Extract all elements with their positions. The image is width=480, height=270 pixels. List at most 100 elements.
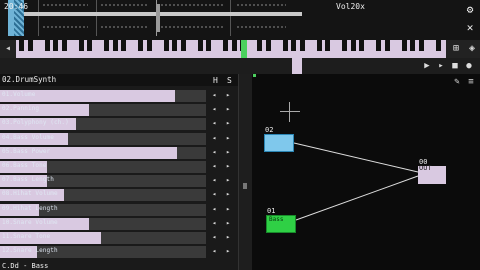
play-pattern-icon[interactable]: ▸ bbox=[436, 60, 446, 72]
piano-black-key[interactable] bbox=[410, 40, 415, 51]
stop-icon[interactable]: ■ bbox=[450, 60, 460, 72]
bass-module-node[interactable]: Bass bbox=[266, 215, 296, 233]
piano-black-key[interactable] bbox=[376, 40, 381, 51]
param-increase-icon[interactable]: ▸ bbox=[226, 247, 230, 255]
piano-black-key[interactable] bbox=[231, 40, 237, 51]
piano-black-key[interactable] bbox=[78, 40, 84, 51]
piano-black-key[interactable] bbox=[146, 40, 152, 51]
param-decrease-icon[interactable]: ◂ bbox=[212, 247, 216, 255]
param-decrease-icon[interactable]: ◂ bbox=[212, 219, 216, 227]
column-header-h: H bbox=[213, 76, 218, 85]
play-icon[interactable]: ▶ bbox=[422, 60, 432, 72]
settings-icon[interactable]: ⚙ bbox=[464, 4, 476, 16]
piano-black-key[interactable] bbox=[180, 40, 186, 51]
param-row[interactable]: 09.Hihat Length ◂ ▸ bbox=[0, 203, 236, 217]
param-decrease-icon[interactable]: ◂ bbox=[212, 162, 216, 170]
piano-black-key[interactable] bbox=[19, 40, 24, 51]
param-increase-icon[interactable]: ▸ bbox=[226, 205, 230, 213]
param-decrease-icon[interactable]: ◂ bbox=[212, 148, 216, 156]
piano-keyboard[interactable] bbox=[16, 40, 446, 58]
param-increase-icon[interactable]: ▸ bbox=[226, 105, 230, 113]
piano-black-key[interactable] bbox=[53, 40, 58, 51]
param-row[interactable]: 04.Bass Volume ◂ ▸ bbox=[0, 132, 236, 146]
shield-icon[interactable]: ◈ bbox=[466, 43, 478, 55]
piano-black-key[interactable] bbox=[112, 40, 118, 51]
pattern-editor[interactable]: ⚙ ✕ bbox=[0, 0, 480, 40]
piano-black-key[interactable] bbox=[223, 40, 228, 51]
piano-black-key[interactable] bbox=[206, 40, 211, 51]
param-label: 04.Bass Volume bbox=[2, 133, 54, 141]
param-row[interactable]: 06.Bass Tone ◂ ▸ bbox=[0, 160, 236, 174]
piano-black-key[interactable] bbox=[282, 40, 288, 51]
param-row[interactable]: 02.Panning ◂ ▸ bbox=[0, 103, 236, 117]
close-icon[interactable]: ✕ bbox=[464, 22, 476, 34]
piano-black-key[interactable] bbox=[401, 40, 407, 51]
param-row[interactable]: 05.Bass Power ◂ ▸ bbox=[0, 146, 236, 160]
piano-black-key[interactable] bbox=[121, 40, 126, 51]
splitter-handle[interactable] bbox=[243, 183, 247, 189]
piano-black-key[interactable] bbox=[27, 40, 33, 51]
param-decrease-icon[interactable]: ◂ bbox=[212, 233, 216, 241]
piano-black-key[interactable] bbox=[325, 40, 330, 51]
column-header-s: S bbox=[227, 76, 232, 85]
param-increase-icon[interactable]: ▸ bbox=[226, 119, 230, 127]
param-increase-icon[interactable]: ▸ bbox=[226, 148, 230, 156]
param-row[interactable]: 03.Polyphony (ch.) ◂ ▸ bbox=[0, 117, 236, 131]
menu-icon[interactable]: ≡ bbox=[466, 76, 476, 88]
piano-black-key[interactable] bbox=[350, 40, 356, 51]
link-icon[interactable]: ⊞ bbox=[450, 43, 462, 55]
piano-black-key[interactable] bbox=[257, 40, 262, 51]
param-increase-icon[interactable]: ▸ bbox=[226, 91, 230, 99]
param-increase-icon[interactable]: ▸ bbox=[226, 134, 230, 142]
time-readout: 20:46 bbox=[4, 2, 29, 11]
piano-black-key[interactable] bbox=[172, 40, 177, 51]
panel-splitter[interactable] bbox=[238, 74, 253, 270]
piano-black-key[interactable] bbox=[384, 40, 390, 51]
piano-black-key[interactable] bbox=[104, 40, 109, 51]
param-row[interactable]: 08.Hihat Volume ◂ ▸ bbox=[0, 188, 236, 202]
param-increase-icon[interactable]: ▸ bbox=[226, 162, 230, 170]
keyboard-tools: ⊞ ◈ bbox=[446, 40, 480, 58]
piano-black-key[interactable] bbox=[87, 40, 92, 51]
drumsynth-module-node[interactable] bbox=[264, 134, 294, 152]
volume-readout[interactable]: Vol20x bbox=[336, 2, 365, 11]
piano-black-key[interactable] bbox=[418, 40, 424, 51]
piano-black-key[interactable] bbox=[138, 40, 143, 51]
piano-black-key[interactable] bbox=[291, 40, 296, 51]
param-decrease-icon[interactable]: ◂ bbox=[212, 176, 216, 184]
piano-black-key[interactable] bbox=[299, 40, 305, 51]
param-decrease-icon[interactable]: ◂ bbox=[212, 205, 216, 213]
param-decrease-icon[interactable]: ◂ bbox=[212, 105, 216, 113]
node-id-bass: 01 bbox=[267, 207, 276, 215]
param-label: 11.Snare Tone bbox=[2, 233, 51, 240]
crosshair-icon bbox=[280, 111, 300, 112]
octave-down-button[interactable]: ◂ bbox=[0, 40, 16, 58]
param-row[interactable]: 07.Bass Length ◂ ▸ bbox=[0, 174, 236, 188]
param-increase-icon[interactable]: ▸ bbox=[226, 176, 230, 184]
param-increase-icon[interactable]: ▸ bbox=[226, 233, 230, 241]
param-row[interactable]: 12.Snare Length ◂ ▸ bbox=[0, 245, 236, 259]
piano-black-key[interactable] bbox=[61, 40, 67, 51]
param-increase-icon[interactable]: ▸ bbox=[226, 190, 230, 198]
param-decrease-icon[interactable]: ◂ bbox=[212, 134, 216, 142]
piano-black-key[interactable] bbox=[342, 40, 347, 51]
param-row[interactable]: 01.Volume ◂ ▸ bbox=[0, 89, 236, 103]
pattern-dots bbox=[160, 26, 224, 28]
param-row[interactable]: 10.Snare Volume ◂ ▸ bbox=[0, 217, 236, 231]
piano-black-key[interactable] bbox=[163, 40, 169, 51]
param-decrease-icon[interactable]: ◂ bbox=[212, 119, 216, 127]
piano-black-key[interactable] bbox=[359, 40, 364, 51]
param-row[interactable]: 11.Snare Tone ◂ ▸ bbox=[0, 231, 236, 245]
piano-black-key[interactable] bbox=[435, 40, 441, 51]
piano-black-key[interactable] bbox=[197, 40, 203, 51]
piano-black-key[interactable] bbox=[44, 40, 50, 51]
param-decrease-icon[interactable]: ◂ bbox=[212, 91, 216, 99]
param-increase-icon[interactable]: ▸ bbox=[226, 219, 230, 227]
piano-black-key[interactable] bbox=[265, 40, 271, 51]
param-decrease-icon[interactable]: ◂ bbox=[212, 190, 216, 198]
wrench-icon[interactable]: ✎ bbox=[452, 76, 462, 88]
piano-black-key[interactable] bbox=[316, 40, 322, 51]
pattern-dots bbox=[100, 4, 148, 6]
record-icon[interactable]: ● bbox=[464, 60, 474, 72]
timeline-thumb[interactable] bbox=[292, 58, 302, 74]
